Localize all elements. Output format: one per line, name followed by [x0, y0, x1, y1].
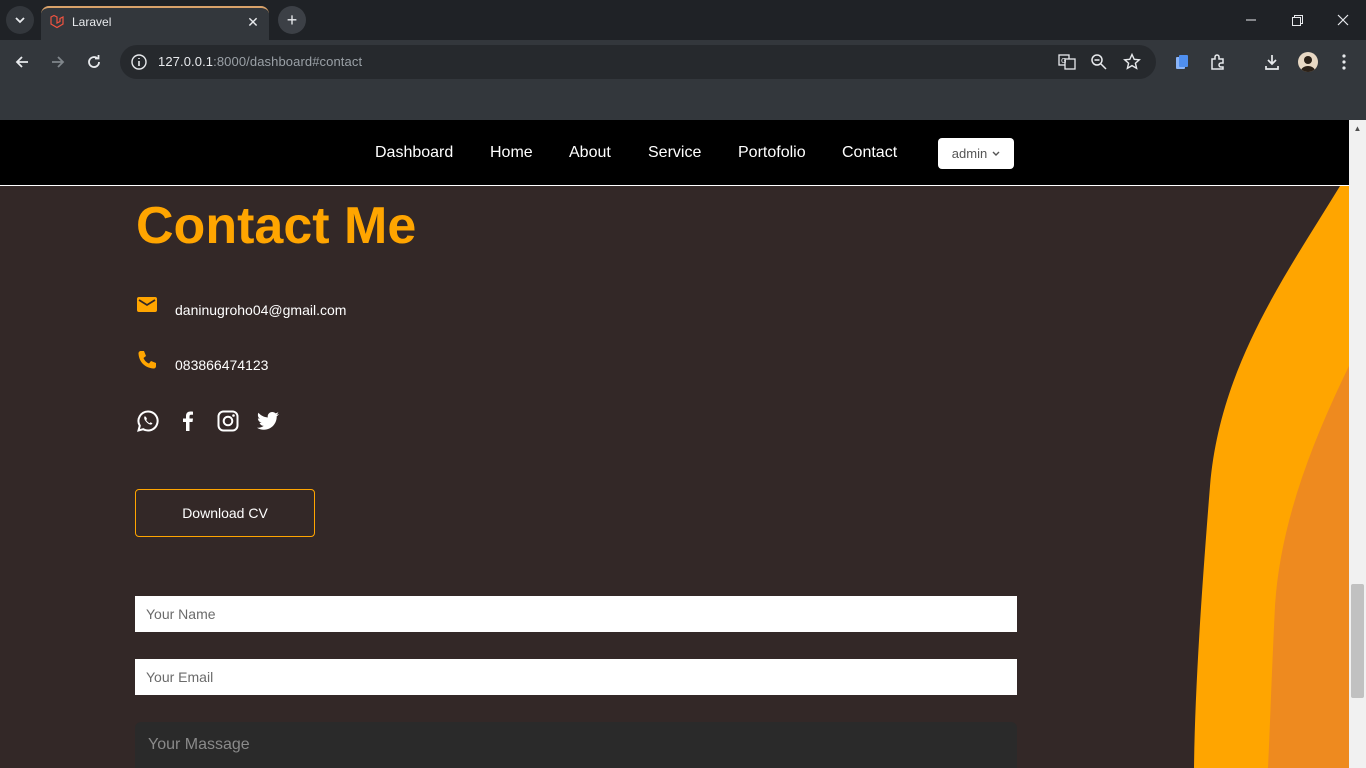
url-path: :8000/dashboard#contact — [213, 54, 363, 69]
whatsapp-icon[interactable] — [136, 409, 160, 433]
close-window-button[interactable] — [1320, 0, 1366, 40]
browser-toolbar: 127.0.0.1:8000/dashboard#contact G — [0, 40, 1366, 85]
reading-list-button[interactable] — [1172, 52, 1192, 72]
info-icon[interactable] — [130, 53, 148, 71]
page-viewport: Dashboard Home About Service Portofolio … — [0, 120, 1366, 768]
profile-icon — [1301, 56, 1315, 72]
profile-avatar[interactable] — [1298, 52, 1318, 72]
download-icon — [1265, 55, 1279, 70]
minimize-button[interactable] — [1228, 0, 1274, 40]
contact-email: daninugroho04@gmail.com — [175, 302, 347, 318]
restore-icon — [1291, 14, 1303, 26]
arrow-left-icon — [15, 56, 28, 68]
nav-link-portofolio[interactable]: Portofolio — [738, 144, 806, 162]
browser-menu-button[interactable] — [1334, 52, 1354, 72]
address-bar[interactable]: 127.0.0.1:8000/dashboard#contact G — [120, 45, 1156, 79]
url-host: 127.0.0.1 — [158, 54, 214, 69]
browser-titlebar: Laravel ✕ + — [0, 0, 1366, 40]
nav-link-dashboard[interactable]: Dashboard — [375, 144, 453, 162]
mail-icon — [137, 297, 157, 312]
nav-link-service[interactable]: Service — [648, 144, 701, 162]
nav-link-contact[interactable]: Contact — [842, 144, 897, 162]
chevron-down-icon — [15, 17, 25, 24]
url-text: 127.0.0.1:8000/dashboard#contact — [158, 54, 362, 69]
page-scrollbar[interactable]: ▲ — [1349, 120, 1366, 768]
close-tab-icon[interactable]: ✕ — [245, 14, 261, 30]
new-tab-button[interactable]: + — [278, 6, 306, 34]
translate-icon[interactable]: G — [1058, 53, 1076, 71]
name-input[interactable] — [135, 596, 1017, 632]
forward-button[interactable] — [46, 50, 70, 74]
facebook-icon[interactable] — [176, 409, 200, 433]
browser-tab[interactable]: Laravel ✕ — [41, 6, 269, 40]
extensions-button[interactable] — [1208, 52, 1228, 72]
tab-search-button[interactable] — [6, 6, 34, 34]
reload-button[interactable] — [82, 50, 106, 74]
email-input[interactable] — [135, 659, 1017, 695]
chevron-down-icon — [992, 151, 1000, 156]
laravel-icon — [50, 14, 64, 29]
twitter-icon[interactable] — [256, 409, 280, 433]
scroll-thumb[interactable] — [1351, 584, 1364, 698]
bookmark-star-icon[interactable] — [1123, 53, 1141, 71]
minimize-icon — [1246, 19, 1256, 21]
section-title: Contact Me — [136, 197, 417, 255]
message-textarea[interactable] — [135, 722, 1017, 768]
nav-link-home[interactable]: Home — [490, 144, 533, 162]
svg-text:G: G — [1061, 57, 1066, 65]
site-navbar: Dashboard Home About Service Portofolio … — [0, 120, 1349, 186]
phone-icon — [138, 351, 156, 369]
nav-link-about[interactable]: About — [569, 144, 611, 162]
close-icon — [1337, 14, 1349, 26]
bookmark-bar — [0, 85, 1366, 120]
user-dropdown[interactable]: admin — [938, 138, 1014, 169]
download-cv-button[interactable]: Download CV — [135, 489, 315, 537]
back-button[interactable] — [10, 50, 34, 74]
tab-title: Laravel — [72, 15, 112, 29]
puzzle-icon — [1211, 54, 1224, 70]
document-icon — [1176, 55, 1188, 69]
contact-phone: 083866474123 — [175, 357, 269, 373]
decorative-wave — [1194, 186, 1349, 768]
user-dropdown-label: admin — [951, 146, 988, 161]
arrow-right-icon — [52, 56, 65, 68]
zoom-out-icon[interactable] — [1090, 53, 1108, 71]
more-vert-icon — [1342, 54, 1346, 70]
scroll-up-arrow[interactable]: ▲ — [1349, 120, 1366, 137]
instagram-icon[interactable] — [216, 409, 240, 433]
restore-button[interactable] — [1274, 0, 1320, 40]
reload-icon — [88, 55, 100, 68]
downloads-button[interactable] — [1262, 52, 1282, 72]
